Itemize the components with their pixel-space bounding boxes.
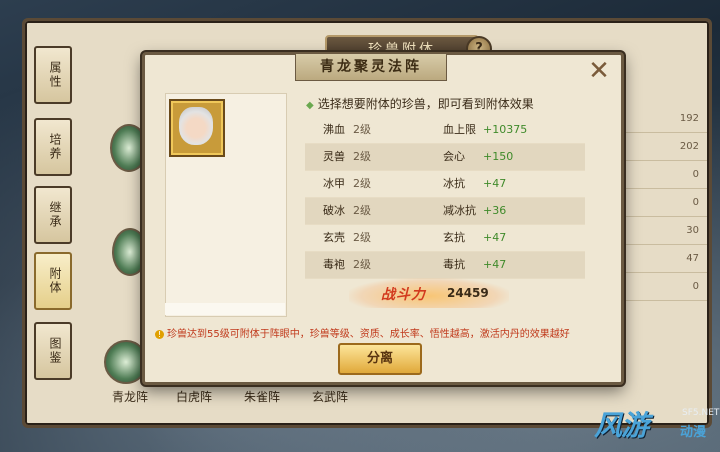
diamond-icon: ◆: [306, 100, 314, 111]
skill-level: 2级: [353, 150, 371, 163]
attr-value: +47: [483, 177, 507, 190]
bonus-table: 沸血 2级 血上限 +10375 灵兽 2级 会心 +150 冰甲 2级 冰抗 +47 破冰 2级减…: [305, 117, 585, 279]
formation-xuanwu[interactable]: 玄武阵: [312, 388, 348, 405]
skill-level: 2级: [353, 258, 371, 271]
attr-name: 玄抗: [443, 231, 465, 244]
table-row: 冰甲 2级 冰抗 +47: [305, 171, 585, 198]
skill-name: 毒袍: [323, 258, 345, 271]
warning-icon: !: [155, 330, 164, 339]
power-value: 24459: [447, 286, 489, 300]
separate-button[interactable]: 分离: [338, 343, 422, 375]
formation-zhuque[interactable]: 朱雀阵: [244, 388, 280, 405]
table-row: 毒袍 2级 毒抗 +47: [305, 252, 585, 279]
hint-text: ◆ 选择想要附体的珍兽，即可看到附体效果: [306, 95, 534, 112]
skill-level: 2级: [353, 123, 371, 136]
skill-name: 冰甲: [323, 177, 345, 190]
close-icon[interactable]: ✕: [587, 58, 611, 84]
background-stat: 0: [611, 189, 707, 217]
attr-name: 毒抗: [443, 258, 465, 271]
watermark-site: SF5.NET: [682, 408, 720, 418]
background-stat: 30: [611, 217, 707, 245]
background-stat: 192: [611, 105, 707, 133]
hint-label: 选择想要附体的珍兽，即可看到附体效果: [317, 97, 534, 111]
skill-level: 2级: [353, 204, 371, 217]
power-label: 战斗力: [381, 287, 426, 303]
formation-dialog: 青龙聚灵法阵 ✕ ◆ 选择想要附体的珍兽，即可看到附体效果 沸血 2级 血上限 +103…: [142, 52, 624, 385]
table-row: 破冰 2级 减冰抗 +36: [305, 198, 585, 225]
background-stat: 0: [611, 273, 707, 301]
monkey-face-icon: [179, 107, 213, 145]
watermark-logo: 风游: [594, 409, 649, 442]
tab-codex[interactable]: 图鉴: [34, 322, 72, 380]
attr-value: +10375: [483, 123, 528, 136]
dialog-title: 青龙聚灵法阵: [295, 54, 447, 81]
attr-value: +150: [483, 150, 514, 163]
combat-power: 战斗力 24459: [349, 278, 509, 308]
background-stat: 0: [611, 161, 707, 189]
formation-qinglong[interactable]: 青龙阵: [112, 388, 148, 405]
warning-text: ! 珍兽达到55级可附体于阵眼中，珍兽等级、资质、成长率、悟性越高，激活内丹的效果…: [155, 325, 570, 340]
table-row: 玄壳 2级 玄抗 +47: [305, 225, 585, 252]
attr-name: 会心: [443, 150, 465, 163]
tab-possession[interactable]: 附体: [34, 252, 72, 310]
skill-name: 玄壳: [323, 231, 345, 244]
attr-name: 冰抗: [443, 177, 465, 190]
tab-inherit[interactable]: 继承: [34, 186, 72, 244]
tab-attributes[interactable]: 属性: [34, 46, 72, 104]
pet-portrait[interactable]: [169, 99, 225, 157]
tab-training[interactable]: 培养: [34, 118, 72, 176]
background-stat: 202: [611, 133, 707, 161]
table-row: 灵兽 2级 会心 +150: [305, 144, 585, 171]
panel-footer-strip: [165, 303, 285, 315]
skill-level: 2级: [353, 177, 371, 190]
skill-name: 灵兽: [323, 150, 345, 163]
attr-value: +47: [483, 231, 507, 244]
attr-name: 减冰抗: [443, 204, 476, 217]
skill-name: 沸血: [323, 123, 345, 136]
background-stat: 47: [611, 245, 707, 273]
skill-name: 破冰: [323, 204, 345, 217]
skill-level: 2级: [353, 231, 371, 244]
watermark-sub: 动漫: [680, 425, 707, 440]
attr-name: 血上限: [443, 123, 476, 136]
warning-label: 珍兽达到55级可附体于阵眼中，珍兽等级、资质、成长率、悟性越高，激活内丹的效果越…: [167, 329, 570, 340]
background-stat-list: 192 202 0 0 30 47 0: [611, 105, 707, 301]
attr-value: +47: [483, 258, 507, 271]
attr-value: +36: [483, 204, 507, 217]
table-row: 沸血 2级 血上限 +10375: [305, 117, 585, 144]
formation-baihu[interactable]: 白虎阵: [176, 388, 212, 405]
